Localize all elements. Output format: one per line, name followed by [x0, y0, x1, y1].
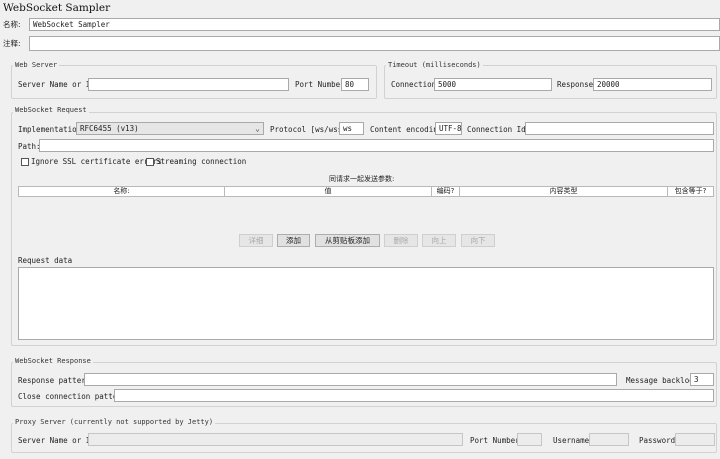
column-include-equals-header[interactable]: 包含等于?	[668, 187, 713, 196]
close-pattern-input[interactable]	[114, 389, 714, 402]
protocol-input[interactable]: ws	[339, 122, 364, 135]
proxy-server-input	[88, 433, 463, 446]
request-data-label: Request data	[18, 256, 73, 265]
response-timeout-label: Response:	[557, 80, 598, 89]
proxy-port-input	[517, 433, 542, 446]
column-name-header[interactable]: 名称:	[19, 187, 225, 196]
path-input[interactable]	[39, 139, 714, 152]
implementation-select[interactable]: RFC6455 (v13) ⌄	[76, 122, 264, 135]
comment-label: 注释:	[3, 39, 21, 48]
proxy-title: Proxy Server (currently not supported by…	[13, 418, 216, 427]
detail-button[interactable]: 详细	[239, 234, 273, 247]
request-data-textarea[interactable]	[18, 267, 714, 340]
sampler-title: WebSocket Sampler	[3, 2, 111, 14]
comment-field[interactable]	[29, 36, 720, 51]
connection-id-input[interactable]	[525, 122, 714, 135]
server-name-input[interactable]	[88, 78, 289, 91]
up-button[interactable]: 向上	[422, 234, 456, 247]
port-number-input[interactable]: 80	[341, 78, 369, 91]
request-title: WebSocket Request	[13, 106, 89, 115]
ignore-ssl-label: Ignore SSL certificate errors	[31, 157, 162, 166]
params-caption: 同请求一起发送参数:	[329, 175, 395, 183]
response-pattern-input[interactable]	[84, 373, 617, 386]
content-encoding-input[interactable]: UTF-8	[435, 122, 462, 135]
implementation-value: RFC6455 (v13)	[80, 124, 139, 133]
params-table-header: 名称: 值 编码? 内容类型 包含等于?	[18, 186, 714, 197]
path-label: Path:	[18, 142, 41, 151]
web-server-title: Web Server	[13, 61, 60, 70]
proxy-password-input	[675, 433, 715, 446]
connection-timeout-input[interactable]: 5000	[434, 78, 552, 91]
column-encode-header[interactable]: 编码?	[432, 187, 460, 196]
streaming-checkbox[interactable]	[146, 158, 154, 166]
name-label: 名称:	[3, 20, 21, 29]
streaming-label: Streaming connection	[156, 157, 247, 166]
proxy-password-label: Password:	[639, 436, 680, 445]
add-from-clipboard-button[interactable]: 从剪贴板添加	[315, 234, 380, 247]
response-timeout-input[interactable]: 20000	[593, 78, 712, 91]
add-button[interactable]: 添加	[277, 234, 310, 247]
message-backlog-input[interactable]: 3	[690, 373, 714, 386]
proxy-username-input	[589, 433, 629, 446]
column-value-header[interactable]: 值	[225, 187, 432, 196]
ignore-ssl-checkbox[interactable]	[21, 158, 29, 166]
name-field[interactable]: WebSocket Sampler	[29, 18, 720, 31]
column-content-type-header[interactable]: 内容类型	[460, 187, 668, 196]
timeout-title: Timeout (milliseconds)	[386, 61, 483, 70]
chevron-down-icon: ⌄	[255, 124, 260, 133]
proxy-username-label: Username:	[553, 436, 594, 445]
down-button[interactable]: 向下	[461, 234, 495, 247]
response-title: WebSocket Response	[13, 357, 93, 366]
delete-button[interactable]: 删除	[384, 234, 418, 247]
message-backlog-label: Message backlog:	[626, 376, 699, 385]
connection-id-label: Connection Id:	[467, 125, 531, 134]
